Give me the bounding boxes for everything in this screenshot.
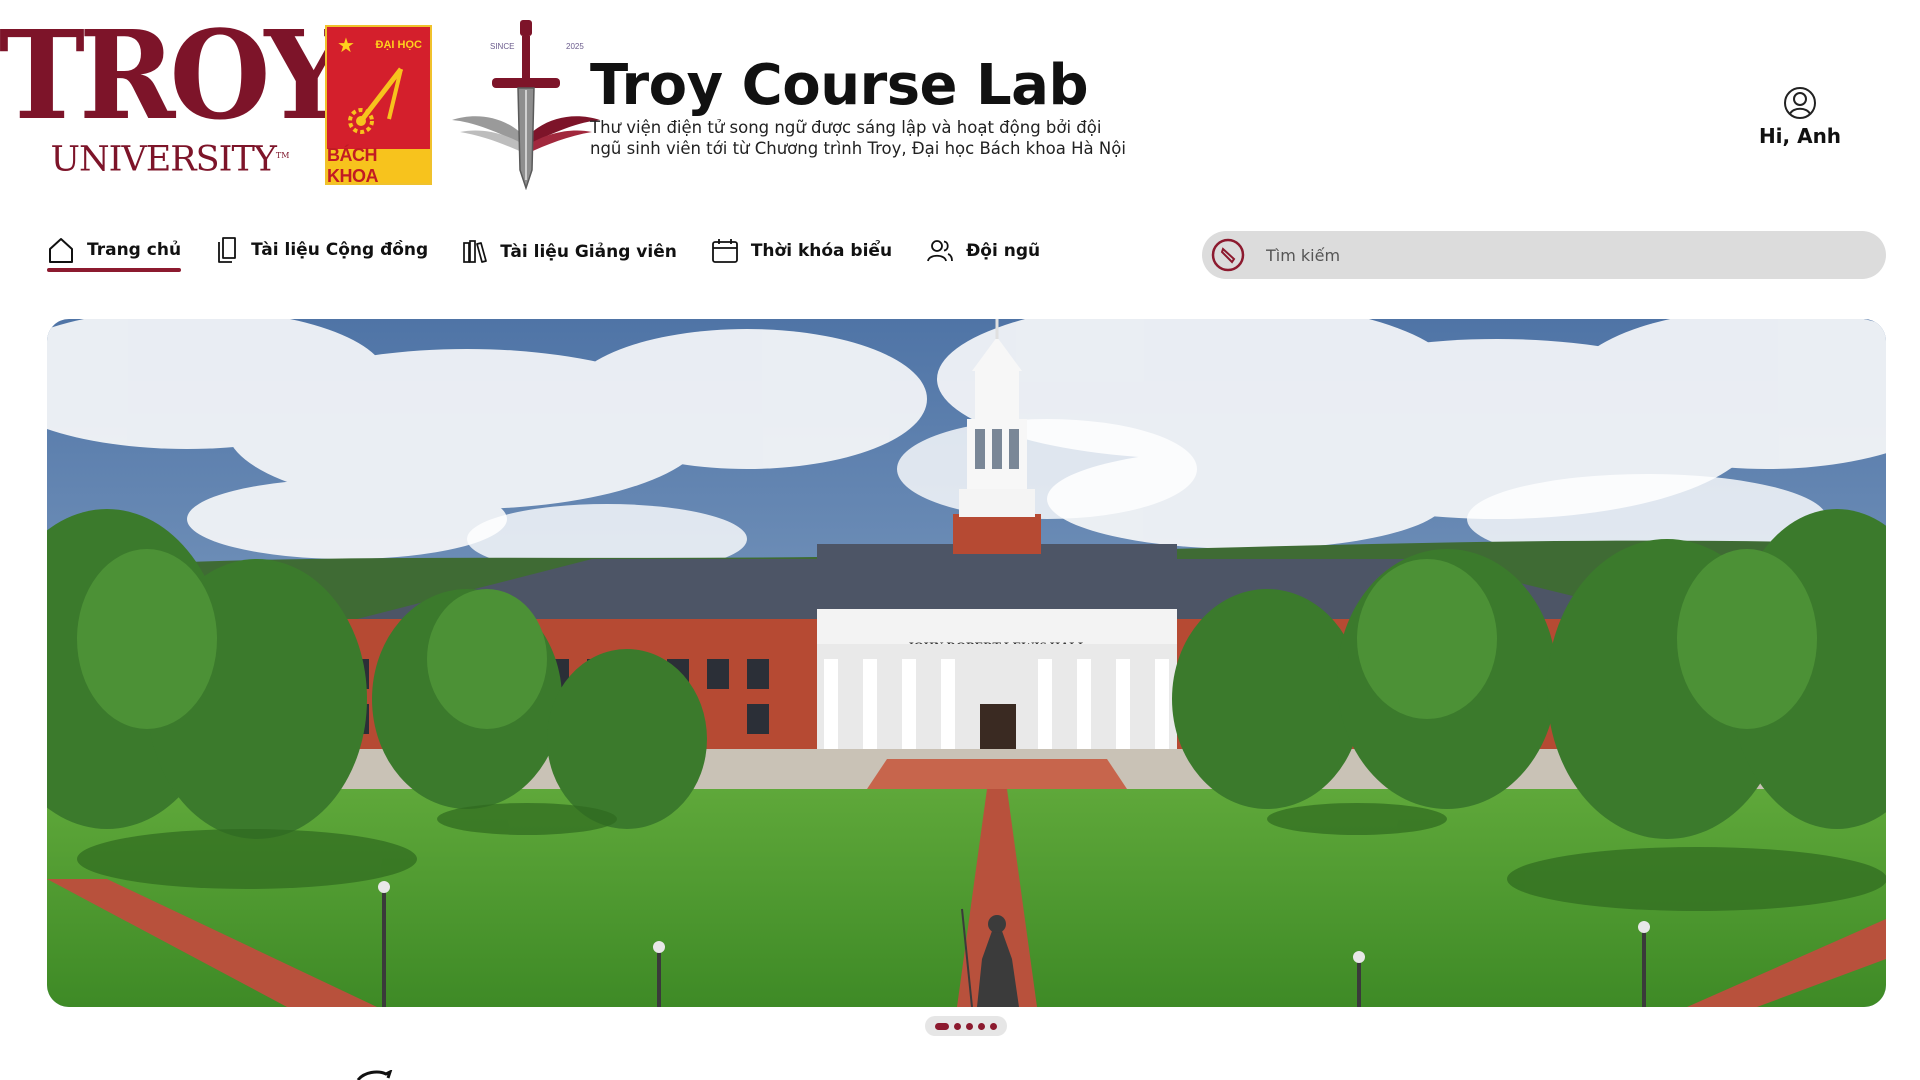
emblem-year-text: 2025 bbox=[566, 42, 584, 51]
nav-item-timetable[interactable]: Thời khóa biểu bbox=[711, 238, 892, 272]
compass-icon bbox=[1211, 238, 1245, 272]
carousel-indicator bbox=[925, 1016, 1007, 1036]
nav-item-home[interactable]: Trang chủ bbox=[47, 236, 182, 272]
logo-group: TROY UNIVERSITYTM ★ ĐẠI HỌC BÁCH KHOA SI… bbox=[0, 15, 600, 192]
carousel-dot-5[interactable] bbox=[990, 1022, 997, 1030]
hero-carousel[interactable]: JOHN ROBERT LEWIS HALL bbox=[47, 319, 1886, 1007]
documents-icon bbox=[218, 237, 236, 263]
carousel-dot-2[interactable] bbox=[954, 1022, 961, 1030]
nav-item-team[interactable]: Đội ngũ bbox=[926, 238, 1040, 272]
star-icon: ★ bbox=[337, 33, 355, 57]
user-greeting[interactable]: Hi, Anh bbox=[1759, 124, 1841, 148]
bach-khoa-band: BÁCH KHOA bbox=[327, 145, 430, 186]
nav-item-label: Trang chủ bbox=[87, 240, 182, 260]
home-icon bbox=[49, 238, 73, 263]
library-icon bbox=[463, 240, 488, 263]
carousel-dot-1[interactable] bbox=[935, 1022, 949, 1030]
section-decoration-icon bbox=[356, 1070, 393, 1080]
troy-logo-word: TROY bbox=[0, 4, 347, 148]
search-button[interactable] bbox=[1210, 237, 1246, 273]
hero-image: JOHN ROBERT LEWIS HALL bbox=[47, 319, 1886, 1007]
bach-khoa-logo: ★ ĐẠI HỌC BÁCH KHOA bbox=[325, 25, 432, 186]
nav-item-label: Tài liệu Cộng đồng bbox=[251, 240, 429, 260]
site-title[interactable]: Troy Course Lab bbox=[590, 55, 1130, 117]
bach-khoa-top-text: ĐẠI HỌC bbox=[375, 39, 422, 51]
carousel-dot-4[interactable] bbox=[978, 1022, 985, 1030]
main-nav: Trang chủ Tài liệu Cộng đồng Tài liệu Gi… bbox=[47, 236, 1074, 272]
troy-logo-tm: TM bbox=[275, 151, 290, 160]
troy-university-logo[interactable]: TROY UNIVERSITYTM bbox=[0, 15, 347, 192]
compass-gear-icon bbox=[348, 67, 403, 134]
search-bar[interactable] bbox=[1202, 231, 1886, 279]
nav-item-label: Đội ngũ bbox=[966, 241, 1041, 261]
sword-emblem-logo: SINCE 2025 bbox=[446, 20, 606, 191]
nav-item-lecturer-docs[interactable]: Tài liệu Giảng viên bbox=[462, 240, 677, 272]
team-icon bbox=[927, 240, 953, 262]
brand-block: Troy Course Lab Thư viện điện tử song ng… bbox=[590, 55, 1130, 159]
nav-item-label: Thời khóa biểu bbox=[750, 241, 893, 261]
bach-khoa-bottom-text: BÁCH KHOA bbox=[327, 145, 379, 186]
search-input[interactable] bbox=[1266, 245, 1826, 265]
site-subtitle: Thư viện điện tử song ngữ được sáng lập … bbox=[590, 118, 1126, 158]
user-menu[interactable]: Hi, Anh bbox=[1740, 86, 1860, 148]
calendar-icon bbox=[711, 239, 738, 263]
carousel-dot-3[interactable] bbox=[966, 1022, 973, 1030]
nav-item-label: Tài liệu Giảng viên bbox=[500, 242, 677, 262]
user-circle-icon[interactable] bbox=[1783, 86, 1817, 120]
nav-item-community-docs[interactable]: Tài liệu Cộng đồng bbox=[215, 236, 428, 272]
emblem-since-text: SINCE bbox=[490, 42, 515, 51]
